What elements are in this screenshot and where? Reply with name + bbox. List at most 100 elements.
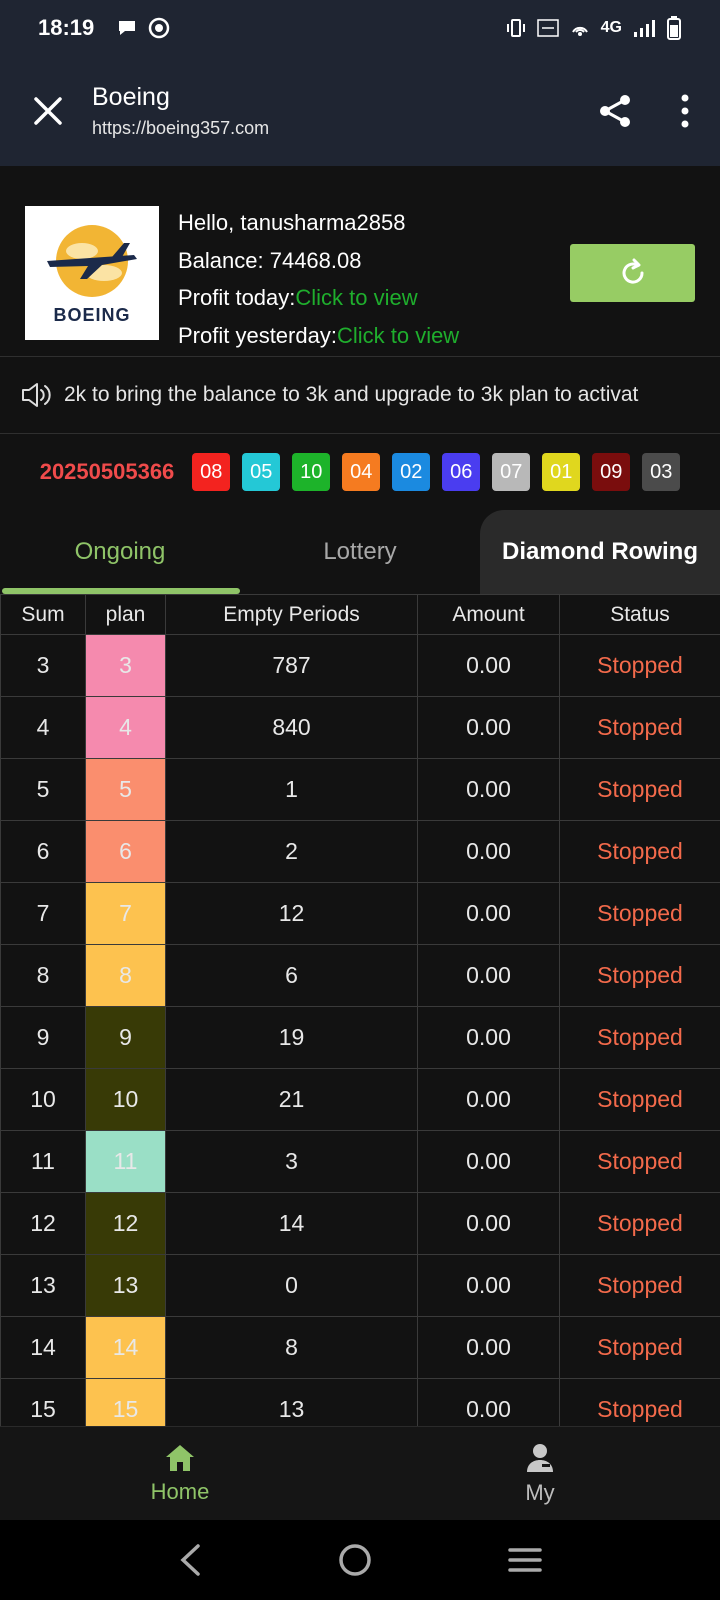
status-bar: 18:19 4G [0, 0, 720, 56]
cell-sum: 11 [0, 1130, 86, 1193]
page-url: https://boeing357.com [92, 118, 270, 138]
nav-my-label: My [525, 1480, 555, 1505]
profit-today-link[interactable]: Click to view [295, 285, 417, 310]
cell-status: Stopped [559, 1316, 720, 1379]
table-row[interactable]: 3 3 787 0.00 Stopped [0, 634, 720, 697]
cell-amount: 0.00 [417, 1378, 560, 1426]
table-row[interactable]: 11 11 3 0.00 Stopped [0, 1130, 720, 1193]
cell-plan: 5 [85, 758, 166, 821]
cell-status: Stopped [559, 1068, 720, 1131]
cell-sum: 14 [0, 1316, 86, 1379]
table-row[interactable]: 12 12 14 0.00 Stopped [0, 1192, 720, 1255]
header-plan: plan [85, 594, 166, 635]
cell-sum: 8 [0, 944, 86, 1007]
result-balls: 08 05 10 04 02 06 07 01 09 03 [192, 453, 681, 491]
volte-icon [536, 19, 559, 37]
logo-text: BOEING [53, 304, 131, 325]
draw-result-row: 20250505366 08 05 10 04 02 06 07 01 09 03 [0, 434, 720, 510]
cell-empty-periods: 2 [165, 820, 418, 883]
nav-my[interactable]: My [360, 1427, 720, 1521]
nav-home[interactable]: Home [0, 1427, 360, 1521]
cell-plan: 11 [85, 1130, 166, 1193]
cell-plan: 7 [85, 882, 166, 945]
network-type: 4G [600, 19, 622, 36]
cell-status: Stopped [559, 944, 720, 1007]
close-button[interactable] [30, 93, 66, 129]
result-ball: 07 [492, 453, 531, 491]
cell-status: Stopped [559, 696, 720, 759]
home-circle-icon[interactable] [338, 1543, 372, 1577]
cell-empty-periods: 19 [165, 1006, 418, 1069]
table-row[interactable]: 7 7 12 0.00 Stopped [0, 882, 720, 945]
profit-yesterday-link[interactable]: Click to view [337, 323, 459, 348]
cell-sum: 9 [0, 1006, 86, 1069]
cell-sum: 3 [0, 634, 86, 697]
table-row[interactable]: 5 5 1 0.00 Stopped [0, 758, 720, 821]
cell-empty-periods: 8 [165, 1316, 418, 1379]
cell-sum: 13 [0, 1254, 86, 1317]
more-options-icon[interactable] [680, 94, 690, 128]
cell-amount: 0.00 [417, 1006, 560, 1069]
share-icon[interactable] [596, 92, 634, 130]
cell-status: Stopped [559, 758, 720, 821]
table-header-row: Sum plan Empty Periods Amount Status [0, 594, 720, 635]
cell-plan: 10 [85, 1068, 166, 1131]
cell-plan: 4 [85, 696, 166, 759]
cell-sum: 15 [0, 1378, 86, 1426]
header-status: Status [559, 594, 720, 635]
table-row[interactable]: 8 8 6 0.00 Stopped [0, 944, 720, 1007]
cell-empty-periods: 14 [165, 1192, 418, 1255]
cell-status: Stopped [559, 1254, 720, 1317]
tab-ongoing[interactable]: Ongoing [0, 510, 240, 594]
table-row[interactable]: 14 14 8 0.00 Stopped [0, 1316, 720, 1379]
refresh-icon [622, 258, 644, 284]
cell-empty-periods: 3 [165, 1130, 418, 1193]
plan-table-container[interactable]: Sum plan Empty Periods Amount Status 337… [0, 594, 720, 1426]
cell-empty-periods: 13 [165, 1378, 418, 1426]
vibrate-icon [506, 19, 525, 37]
cell-amount: 0.00 [417, 944, 560, 1007]
cell-amount: 0.00 [417, 820, 560, 883]
hotspot-icon [571, 26, 588, 36]
cell-status: Stopped [559, 1378, 720, 1426]
refresh-button[interactable] [570, 244, 695, 302]
result-ball: 09 [592, 453, 631, 491]
cell-plan: 15 [85, 1378, 166, 1426]
page-title: Boeing [92, 83, 170, 111]
cell-sum: 10 [0, 1068, 86, 1131]
header-empty-periods: Empty Periods [165, 594, 418, 635]
table-row[interactable]: 6 6 2 0.00 Stopped [0, 820, 720, 883]
whatsapp-icon [149, 17, 170, 39]
cell-empty-periods: 787 [165, 634, 418, 697]
table-row[interactable]: 10 10 21 0.00 Stopped [0, 1068, 720, 1131]
cell-amount: 0.00 [417, 696, 560, 759]
cell-status: Stopped [559, 634, 720, 697]
cell-empty-periods: 1 [165, 758, 418, 821]
cell-amount: 0.00 [417, 1316, 560, 1379]
table-row[interactable]: 9 9 19 0.00 Stopped [0, 1006, 720, 1069]
cell-status: Stopped [559, 820, 720, 883]
table-row[interactable]: 13 13 0 0.00 Stopped [0, 1254, 720, 1317]
period-id: 20250505366 [39, 459, 175, 484]
table-row[interactable]: 15 15 13 0.00 Stopped [0, 1378, 720, 1426]
tab-diamond-rowing[interactable]: Diamond Rowing [480, 510, 720, 594]
signal-icon [634, 20, 655, 37]
cell-sum: 7 [0, 882, 86, 945]
cell-plan: 3 [85, 634, 166, 697]
cell-status: Stopped [559, 1006, 720, 1069]
plan-table: Sum plan Empty Periods Amount Status 337… [0, 594, 720, 1426]
tab-bar: Ongoing Lottery Diamond Rowing [0, 510, 720, 594]
account-header: BOEING Hello, tanusharma2858 Balance: 74… [0, 166, 720, 357]
back-icon[interactable] [178, 1543, 202, 1577]
table-row[interactable]: 4 4 840 0.00 Stopped [0, 696, 720, 759]
browser-app-bar: Boeing https://boeing357.com [0, 56, 720, 166]
recents-icon[interactable] [508, 1546, 542, 1574]
chat-bubble-icon [119, 21, 136, 35]
cell-empty-periods: 0 [165, 1254, 418, 1317]
cell-amount: 0.00 [417, 1192, 560, 1255]
airplane-logo-icon [47, 224, 137, 297]
cell-empty-periods: 21 [165, 1068, 418, 1131]
cell-amount: 0.00 [417, 1130, 560, 1193]
tab-lottery[interactable]: Lottery [240, 510, 480, 594]
cell-sum: 5 [0, 758, 86, 821]
